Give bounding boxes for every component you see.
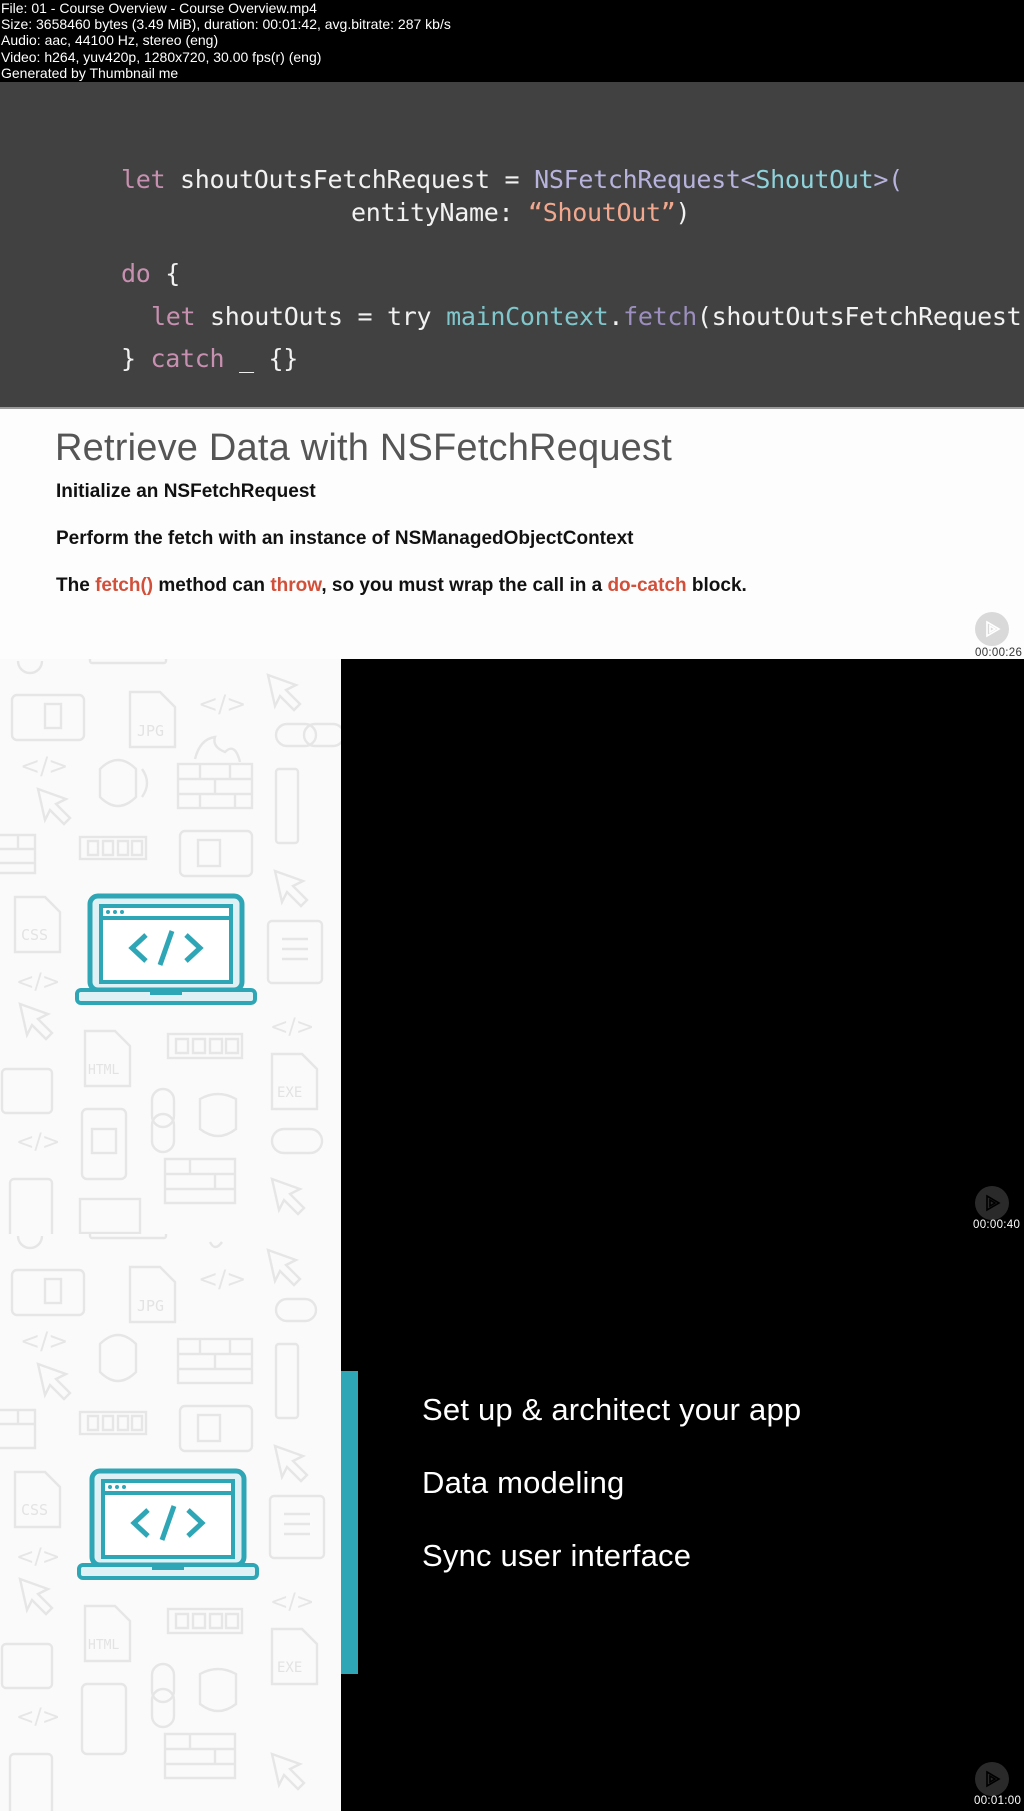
bug-icon — [98, 1333, 138, 1383]
svg-text:</>: </> — [270, 1590, 314, 1615]
string-literal: “ShoutOut” — [528, 198, 676, 227]
tablet-icon — [178, 1404, 254, 1453]
svg-text:JPG: JPG — [137, 1297, 164, 1315]
svg-text:</>: </> — [198, 1265, 246, 1293]
timestamp: 00:00:26 — [975, 647, 1023, 659]
highlight-text: fetch() — [95, 575, 154, 596]
text: The — [56, 575, 96, 596]
video-frame-3: JPG </> </> CSS </> </> HTML EXE </> Set… — [0, 1234, 1024, 1811]
keyword: let — [121, 165, 166, 194]
phone-icon — [80, 1107, 128, 1181]
bug-icon — [198, 1667, 238, 1713]
code-punct: } — [121, 344, 151, 373]
icon-pattern-background: JPG </> </> CSS </> </> HTML EXE </> — [0, 1234, 341, 1811]
code-punct: >( — [873, 165, 903, 194]
play-icon — [986, 620, 1001, 638]
cursor-icon — [266, 1248, 302, 1287]
chain-icon — [150, 1087, 176, 1129]
ram-icon — [88, 1234, 168, 1240]
phone-icon — [10, 1268, 86, 1317]
chain-icon — [270, 1127, 324, 1155]
file-size: Size: 3658460 bytes (3.49 MiB), duration… — [1, 16, 451, 33]
code-punct: ) — [675, 198, 691, 227]
topic-item: Set up & architect your app — [422, 1392, 802, 1427]
code-text: _ {} — [224, 344, 299, 373]
svg-text:</>: </> — [16, 970, 60, 995]
timestamp: 00:00:40 — [973, 1219, 1021, 1231]
bug-icon — [198, 1092, 238, 1138]
svg-text:</>: </> — [20, 1327, 68, 1355]
text: method can — [153, 575, 271, 596]
ring-icon — [16, 1235, 44, 1250]
phone-icon — [43, 702, 63, 730]
slide-title: Retrieve Data with NSFetchRequest — [55, 427, 672, 469]
text: , so you must wrap the call in a — [321, 575, 608, 596]
phone-icon — [10, 693, 86, 742]
chain-icon — [150, 1662, 176, 1704]
slide-bullet-3: The fetch() method can throw, so you mus… — [56, 575, 747, 597]
chain-icon — [274, 1297, 318, 1323]
slide-retrieve-data: Retrieve Data with NSFetchRequest Initia… — [0, 409, 1024, 659]
method-name: fetch — [623, 302, 697, 331]
chain-icon — [274, 722, 318, 748]
phone-icon — [274, 767, 300, 845]
bug-icon — [98, 758, 138, 808]
timestamp: 00:01:00 — [974, 1795, 1022, 1807]
document-icon — [266, 919, 324, 985]
file-name: File: 01 - Course Overview - Course Over… — [1, 0, 317, 16]
firewall-icon — [163, 1732, 237, 1780]
svg-text:</>: </> — [20, 752, 68, 780]
property-name: mainContext — [446, 302, 609, 331]
svg-text:CSS: CSS — [21, 926, 48, 944]
highlight-text: throw — [270, 575, 322, 596]
svg-text:EXE: EXE — [277, 1085, 302, 1101]
ring-icon — [16, 660, 44, 675]
code-line-5: } catch _ {} — [62, 315, 298, 402]
play-button[interactable] — [975, 1186, 1009, 1220]
code-line-2: entityName: “ShoutOut”) — [292, 169, 691, 256]
svg-text:CSS: CSS — [21, 1501, 48, 1519]
slide-bullet-2: Perform the fetch with an instance of NS… — [56, 528, 634, 549]
highlight-text: do-catch — [607, 575, 687, 596]
play-icon — [986, 1770, 1001, 1788]
cursor-icon — [266, 673, 302, 712]
svg-text:HTML: HTML — [88, 1638, 119, 1653]
svg-text:</>: </> — [198, 690, 246, 718]
audio-info: Audio: aac, 44100 Hz, stereo (eng) — [1, 32, 219, 49]
keyword: catch — [150, 344, 225, 373]
code-text: entityName: — [351, 198, 529, 227]
firewall-icon — [163, 1157, 237, 1205]
video-frame-2: JPG </> </> CSS </> </> HTML EXE </> 00:… — [0, 659, 1024, 1234]
laptop-code-icon — [77, 1468, 259, 1580]
svg-text:</>: </> — [270, 1015, 314, 1040]
topic-item: Sync user interface — [422, 1538, 692, 1573]
svg-text:</>: </> — [16, 1705, 60, 1730]
code-punct: . — [608, 302, 624, 331]
code-punct: < — [740, 165, 756, 194]
topic-item: Data modeling — [422, 1465, 625, 1500]
svg-text:JPG: JPG — [137, 722, 164, 740]
video-info-header: File: 01 - Course Overview - Course Over… — [0, 0, 1024, 82]
svg-text:</>: </> — [16, 1545, 60, 1570]
svg-text:EXE: EXE — [277, 1660, 302, 1676]
slide-bullet-1: Initialize an NSFetchRequest — [56, 481, 316, 502]
svg-text:</>: </> — [16, 1130, 60, 1155]
accent-bar — [341, 1371, 358, 1674]
text: block. — [686, 575, 747, 596]
svg-text:HTML: HTML — [88, 1063, 119, 1078]
play-button[interactable] — [975, 1762, 1009, 1796]
code-text: (shoutOutsFetchRequest) — [696, 302, 1024, 331]
tablet-icon — [178, 829, 254, 878]
code-block: let shoutOutsFetchRequest = NSFetchReque… — [0, 82, 1024, 409]
generator-info: Generated by Thumbnail me — [1, 64, 179, 81]
laptop-code-icon — [75, 893, 257, 1005]
document-icon — [268, 1494, 326, 1560]
video-info: Video: h264, yuv420p, 1280x720, 30.00 fp… — [1, 48, 322, 65]
icon-pattern-background: JPG </> </> CSS </> </> HTML EXE </> — [0, 659, 341, 1234]
firewall-icon — [0, 833, 37, 875]
play-button[interactable] — [975, 612, 1009, 646]
type-name: ShoutOut — [755, 165, 874, 194]
ram-icon — [88, 659, 168, 665]
play-icon — [986, 1194, 1001, 1212]
